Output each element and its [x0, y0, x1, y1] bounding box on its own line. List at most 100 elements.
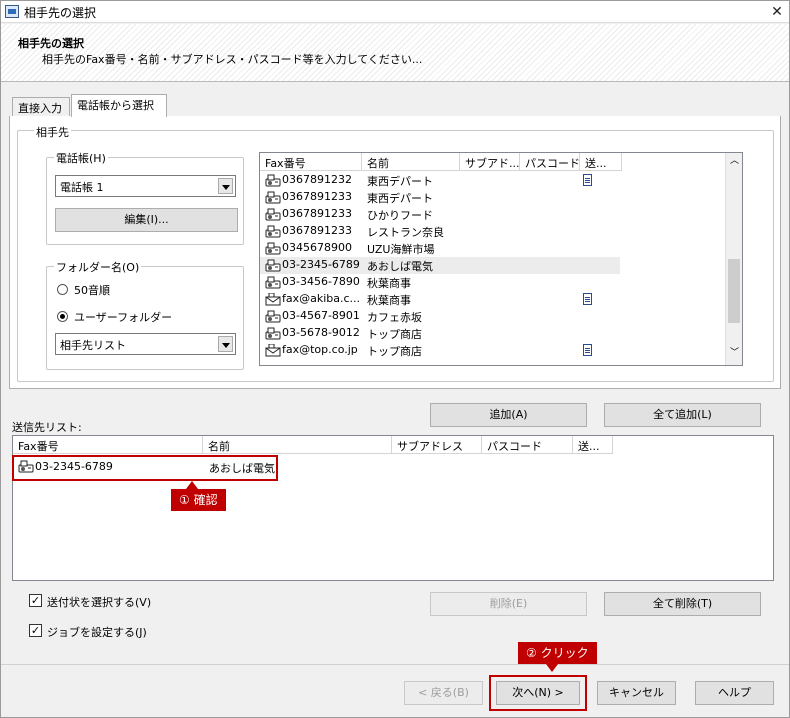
radio-user-folder[interactable]: [57, 311, 68, 322]
fax-icon: [265, 242, 281, 255]
contact-name: ひかりフード: [367, 209, 433, 222]
contact-fax: fax@top.co.jp: [282, 343, 358, 356]
fax-icon: [265, 327, 281, 340]
dialog-window: 相手先の選択 ✕ 相手先の選択 相手先のFax番号・名前・サブアドレス・パスコー…: [0, 0, 790, 718]
scroll-down-icon[interactable]: ﹀: [730, 349, 739, 358]
close-button[interactable]: ✕: [767, 2, 787, 22]
contact-row[interactable]: fax@akiba.c... 秋葉商事: [260, 291, 620, 308]
fax-icon: [265, 310, 281, 323]
document-icon: [583, 344, 592, 356]
contact-fax: fax@akiba.c...: [282, 292, 361, 305]
contact-fax: 03-5678-9012: [282, 326, 360, 339]
contact-name: UZU海鮮市場: [367, 243, 435, 256]
wizard-header: 相手先の選択 相手先のFax番号・名前・サブアドレス・パスコード等を入力してくだ…: [1, 24, 789, 82]
col-passcode[interactable]: パスコード: [520, 153, 580, 171]
annotation-click-pointer: [546, 664, 558, 672]
contact-row[interactable]: 0345678900 UZU海鮮市場: [260, 240, 620, 257]
cover-sheet-label: 送付状を選択する(V): [47, 596, 152, 609]
folder-label: フォルダー名(O): [54, 259, 142, 275]
header-subtitle: 相手先のFax番号・名前・サブアドレス・パスコード等を入力してください...: [42, 53, 423, 66]
delete-all-button[interactable]: 全て削除(T): [604, 592, 761, 616]
send-col-subaddress[interactable]: サブアドレス: [392, 436, 482, 454]
scroll-thumb[interactable]: [728, 259, 740, 323]
scroll-up-icon[interactable]: ︿: [730, 157, 739, 166]
fax-icon: [265, 225, 281, 238]
contact-name: 東西デパート: [367, 192, 433, 205]
col-fax[interactable]: Fax番号: [260, 153, 362, 171]
annotation-pointer: [186, 481, 198, 489]
delete-button[interactable]: 削除(E): [430, 592, 587, 616]
send-col-name[interactable]: 名前: [203, 436, 392, 454]
tab-panel: 相手先 電話帳(H) 電話帳 1 編集(I)... フォルダー名(O) 50音順…: [9, 116, 781, 389]
document-icon: [583, 174, 592, 186]
contact-row[interactable]: 03-2345-6789 あおしば電気: [260, 257, 620, 274]
highlight-confirm-box: [12, 455, 278, 481]
send-list-label: 送信先リスト:: [12, 421, 82, 434]
chevron-down-icon: [218, 336, 233, 352]
contact-row[interactable]: 0367891233 レストラン奈良: [260, 223, 620, 240]
cancel-button[interactable]: キャンセル: [597, 681, 676, 705]
add-all-button[interactable]: 全て追加(L): [604, 403, 761, 427]
edit-phonebook-button[interactable]: 編集(I)...: [55, 208, 238, 232]
header-title: 相手先の選択: [18, 37, 84, 50]
fax-icon: [265, 208, 281, 221]
folder-select[interactable]: 相手先リスト: [55, 333, 236, 355]
send-col-passcode[interactable]: パスコード: [482, 436, 573, 454]
tab-phonebook[interactable]: 電話帳から選択: [71, 94, 167, 117]
title-bar: 相手先の選択 ✕: [1, 1, 789, 23]
contact-fax: 0345678900: [282, 241, 352, 254]
next-button[interactable]: 次へ(N) >: [496, 681, 580, 705]
contact-row[interactable]: 03-3456-7890 秋葉商事: [260, 274, 620, 291]
contact-fax: 0367891233: [282, 207, 352, 220]
email-fax-icon: [265, 293, 281, 306]
folder-selected: 相手先リスト: [60, 339, 126, 352]
col-subaddress[interactable]: サブアド...: [460, 153, 520, 171]
window-title: 相手先の選択: [24, 6, 97, 20]
app-icon: [5, 5, 19, 18]
radio-50on[interactable]: [57, 284, 68, 295]
contact-fax: 0367891233: [282, 190, 352, 203]
contact-name: 秋葉商事: [367, 294, 411, 307]
contact-row[interactable]: 0367891233 東西デパート: [260, 189, 620, 206]
contact-name: 秋葉商事: [367, 277, 411, 290]
annotation-click: ② クリック: [518, 642, 597, 664]
contact-row[interactable]: 03-4567-8901 カフェ赤坂: [260, 308, 620, 325]
annotation-confirm: ① 確認: [171, 489, 226, 511]
contact-row[interactable]: 03-5678-9012 トップ商店: [260, 325, 620, 342]
contact-fax: 03-4567-8901: [282, 309, 360, 322]
contact-fax: 0367891233: [282, 224, 352, 237]
cover-sheet-checkbox[interactable]: ✓: [29, 594, 42, 607]
contact-fax: 0367891232: [282, 173, 352, 186]
fax-icon: [265, 276, 281, 289]
contact-name: 東西デパート: [367, 175, 433, 188]
col-name[interactable]: 名前: [362, 153, 460, 171]
recipient-group-label: 相手先: [34, 124, 71, 140]
chevron-down-icon: [218, 178, 233, 194]
help-button[interactable]: ヘルプ: [695, 681, 774, 705]
contact-name: カフェ赤坂: [367, 311, 422, 324]
add-button[interactable]: 追加(A): [430, 403, 587, 427]
col-send[interactable]: 送...: [580, 153, 622, 171]
contact-row[interactable]: fax@top.co.jp トップ商店: [260, 342, 620, 359]
contact-row[interactable]: 0367891232 東西デパート: [260, 172, 620, 189]
send-col-send[interactable]: 送...: [573, 436, 613, 454]
phonebook-label: 電話帳(H): [54, 150, 108, 166]
contact-name: トップ商店: [367, 328, 422, 341]
document-icon: [583, 293, 592, 305]
email-fax-icon: [265, 344, 281, 357]
radio-50on-label: 50音順: [74, 284, 110, 297]
contacts-scrollbar[interactable]: ︿ ﹀: [725, 153, 742, 365]
tab-direct-input[interactable]: 直接入力: [12, 97, 70, 117]
back-button[interactable]: < 戻る(B): [404, 681, 483, 705]
contact-row[interactable]: 0367891233 ひかりフード: [260, 206, 620, 223]
phonebook-select[interactable]: 電話帳 1: [55, 175, 236, 197]
contact-name: トップ商店: [367, 345, 422, 358]
job-settings-label: ジョブを設定する(J): [47, 626, 147, 639]
contact-fax: 03-2345-6789: [282, 258, 360, 271]
job-settings-checkbox[interactable]: ✓: [29, 624, 42, 637]
contact-name: レストラン奈良: [367, 226, 444, 239]
contacts-list[interactable]: Fax番号 名前 サブアド... パスコード 送... 0367891232 東西…: [259, 152, 743, 366]
footer-divider: [1, 664, 789, 665]
send-col-fax[interactable]: Fax番号: [13, 436, 203, 454]
contacts-rows: 0367891232 東西デパート 0367891233 東西デパート 03678912…: [260, 172, 726, 365]
